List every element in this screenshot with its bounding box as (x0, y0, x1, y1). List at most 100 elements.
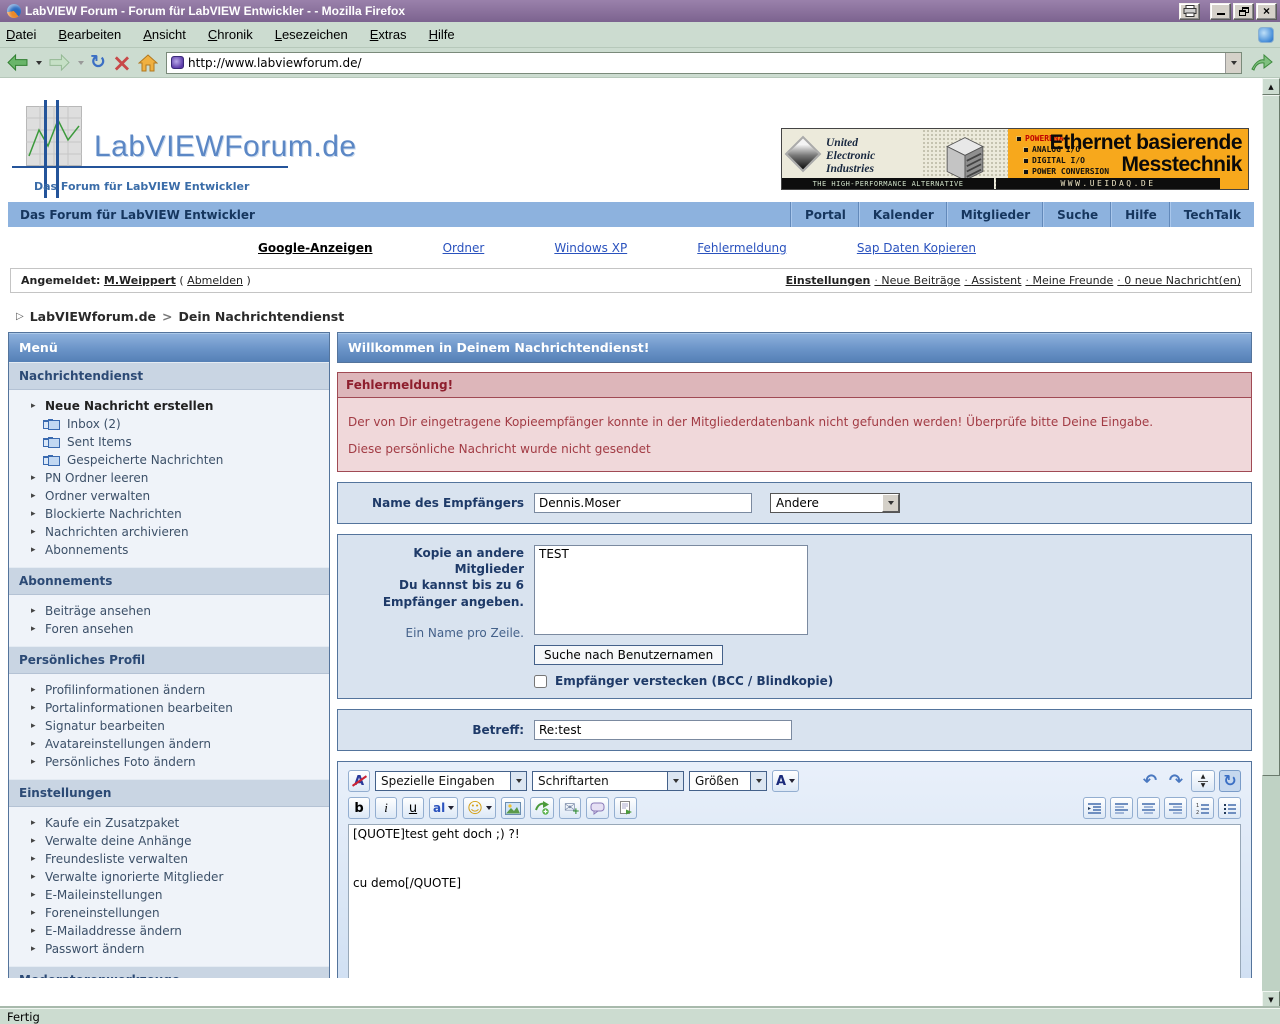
sizes-select[interactable]: Größen (689, 771, 767, 791)
insert-image-button[interactable] (500, 797, 525, 819)
back-dropdown[interactable] (33, 50, 44, 76)
indent-button[interactable] (1083, 797, 1106, 819)
menu-item[interactable]: Bearbeiten (58, 27, 121, 42)
navbar-item[interactable]: Suche (1043, 202, 1111, 227)
user-bar-link[interactable]: Neue Beiträge (874, 274, 960, 287)
wrap-text-button[interactable]: al (429, 797, 459, 819)
url-field[interactable] (166, 51, 1242, 74)
sponsored-link[interactable]: Fehlermeldung (697, 241, 787, 255)
sidebar-menu-item[interactable]: ▸ Gespeicherte Nachrichten (9, 451, 329, 469)
ad-banner[interactable]: United Electronic Industries POWERDNA AN… (781, 128, 1249, 190)
menu-item[interactable]: Hilfe (429, 27, 455, 42)
url-input[interactable] (188, 53, 1225, 72)
italic-button[interactable]: i (375, 797, 397, 819)
minimize-button[interactable] (1210, 2, 1231, 20)
sidebar-menu-item[interactable]: ▸ Neue Nachricht erstellen (9, 397, 329, 415)
message-body-textarea[interactable]: [QUOTE]test geht doch ;) ?! cu demo[/QUO… (348, 824, 1241, 978)
sidebar-menu-item[interactable]: ▸ PN Ordner leeren (9, 469, 329, 487)
sponsored-link[interactable]: Sap Daten Kopieren (857, 241, 976, 255)
sidebar-menu-item[interactable]: ▸ Ordner verwalten (9, 487, 329, 505)
bold-button[interactable]: b (348, 797, 370, 819)
go-button[interactable] (1248, 50, 1276, 76)
navbar-item[interactable]: Portal (791, 202, 859, 227)
redo-button[interactable]: ↷ (1165, 770, 1187, 792)
sidebar-menu-item[interactable]: ▸ Blockierte Nachrichten (9, 505, 329, 523)
navbar-item[interactable]: Mitglieder (946, 202, 1043, 227)
sidebar-menu-item[interactable]: ▸ Freundesliste verwalten (9, 850, 329, 868)
ad-website[interactable]: WWW.UEIDAQ.DE (996, 178, 1220, 189)
logo-title[interactable]: LabVIEWForum.de (94, 130, 357, 164)
toggle-editor-mode-button[interactable]: ↻ (1219, 770, 1241, 792)
select-dropdown-button[interactable] (667, 772, 683, 790)
sidebar-menu-item[interactable]: ▸ Inbox (2) (9, 415, 329, 433)
username-link[interactable]: M.Weippert (104, 274, 176, 287)
vertical-scrollbar[interactable]: ▲ ▼ (1262, 78, 1280, 1008)
sidebar-menu-item[interactable]: ▸ Profilinformationen ändern (9, 681, 329, 699)
navbar-item[interactable]: TechTalk (1169, 202, 1254, 227)
sidebar-menu-item[interactable]: ▸ Nachrichten archivieren (9, 523, 329, 541)
user-bar-link[interactable]: 0 neue Nachricht(en) (1117, 274, 1241, 287)
smiley-button[interactable]: ☺ (463, 797, 496, 819)
insert-link-button[interactable] (529, 797, 554, 819)
sidebar-menu-item[interactable]: ▸ E-Mailaddresse ändern (9, 922, 329, 940)
menu-item[interactable]: Extras (370, 27, 407, 42)
stop-button[interactable]: × (110, 50, 134, 76)
resize-editor-button[interactable]: ▲ ▼ (1191, 770, 1215, 792)
sidebar-menu-item[interactable]: ▸ Persönliches Foto ändern (9, 753, 329, 771)
menu-item[interactable]: Chronik (208, 27, 253, 42)
align-left-button[interactable] (1110, 797, 1133, 819)
insert-code-button[interactable] (613, 797, 637, 819)
special-inputs-select[interactable]: Spezielle Eingaben (375, 771, 527, 791)
select-dropdown-button[interactable] (750, 772, 766, 790)
menu-item[interactable]: Datei (6, 27, 36, 42)
ordered-list-button[interactable]: 12 (1191, 797, 1214, 819)
sidebar-menu-item[interactable]: ▸ Foren ansehen (9, 620, 329, 638)
remove-format-button[interactable]: A (348, 770, 370, 792)
reload-button[interactable]: ↻ (88, 50, 108, 76)
recipient-input[interactable] (534, 493, 752, 513)
sidebar-menu-item[interactable]: ▸ Beiträge ansehen (9, 602, 329, 620)
sponsored-link[interactable]: Ordner (443, 241, 485, 255)
undo-button[interactable]: ↶ (1139, 770, 1161, 792)
sidebar-menu-item[interactable]: ▸ Avatareinstellungen ändern (9, 735, 329, 753)
align-right-button[interactable] (1164, 797, 1187, 819)
scrollbar-track[interactable] (1262, 95, 1280, 991)
user-bar-link[interactable]: Meine Freunde (1025, 274, 1113, 287)
user-bar-link[interactable]: Einstellungen (786, 274, 871, 287)
scroll-down-button[interactable]: ▼ (1262, 991, 1280, 1008)
sponsored-link[interactable]: Windows XP (554, 241, 627, 255)
restore-button[interactable] (1233, 2, 1254, 20)
sidebar-menu-item[interactable]: ▸ Foreneinstellungen (9, 904, 329, 922)
sidebar-menu-item[interactable]: ▸ Portalinformationen bearbeiten (9, 699, 329, 717)
navbar-item[interactable]: Kalender (858, 202, 947, 227)
print-button[interactable] (1179, 2, 1200, 20)
home-button[interactable] (136, 50, 160, 76)
menu-item[interactable]: Lesezeichen (275, 27, 348, 42)
sidebar-menu-item[interactable]: ▸ E-Maileinstellungen (9, 886, 329, 904)
font-color-button[interactable]: A (772, 770, 800, 792)
scrollbar-thumb[interactable] (1262, 95, 1280, 776)
scroll-up-button[interactable]: ▲ (1262, 78, 1280, 95)
recipient-folder-select[interactable]: Andere (770, 493, 900, 513)
insert-email-button[interactable]: ✉ + (558, 797, 581, 819)
forward-dropdown[interactable] (75, 50, 86, 76)
sidebar-menu-item[interactable]: ▸ Abonnements (9, 541, 329, 559)
subject-input[interactable] (534, 720, 792, 740)
align-center-button[interactable] (1137, 797, 1160, 819)
insert-quote-button[interactable] (585, 797, 609, 819)
select-dropdown-button[interactable] (510, 772, 526, 790)
sponsored-link[interactable]: Google-Anzeigen (258, 241, 373, 255)
navbar-item[interactable]: Hilfe (1111, 202, 1170, 227)
url-dropdown[interactable] (1225, 52, 1241, 73)
close-button[interactable]: × (1256, 2, 1277, 20)
sidebar-menu-item[interactable]: ▸ Signatur bearbeiten (9, 717, 329, 735)
forward-button[interactable] (46, 50, 73, 76)
menu-item[interactable]: Ansicht (143, 27, 186, 42)
select-dropdown-button[interactable] (882, 494, 899, 512)
breadcrumb-root-link[interactable]: LabVIEWforum.de (30, 309, 156, 324)
sidebar-menu-item[interactable]: ▸ Passwort ändern (9, 940, 329, 958)
fonts-select[interactable]: Schriftarten (532, 771, 684, 791)
unordered-list-button[interactable] (1218, 797, 1241, 819)
sidebar-menu-item[interactable]: ▸ Kaufe ein Zusatzpaket (9, 814, 329, 832)
underline-button[interactable]: u (402, 797, 424, 819)
